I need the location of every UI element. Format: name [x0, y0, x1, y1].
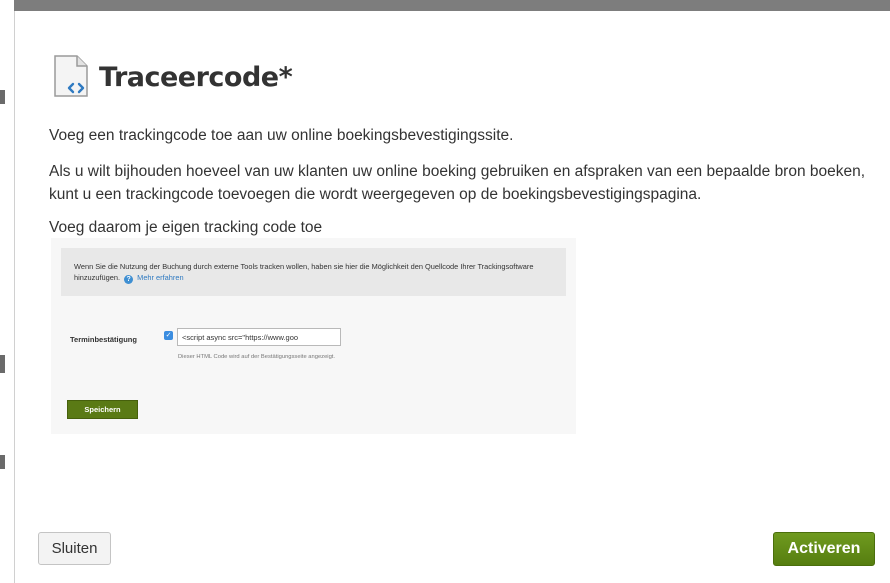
intro-text: Voeg een trackingcode toe aan uw online … [49, 127, 514, 144]
backdrop-fragment [0, 355, 5, 373]
more-info-link: Mehr erfahren [137, 273, 184, 282]
dialog-title: Traceercode* [99, 61, 293, 93]
activate-button[interactable]: Activeren [773, 532, 875, 566]
example-hint: Dieser HTML Code wird auf der Bestätigun… [178, 354, 336, 360]
example-code-input: <script async src="https://www.goo [177, 328, 341, 346]
backdrop-left [0, 0, 14, 583]
backdrop-fragment [0, 455, 5, 469]
example-checkbox-icon: ✓ [164, 331, 173, 340]
instruction-text: Voeg daarom je eigen tracking code toe [49, 219, 323, 236]
example-save-button: Speichern [67, 400, 138, 419]
help-icon: ? [124, 275, 134, 284]
description-text: Als u wilt bijhouden hoeveel van uw klan… [49, 163, 866, 203]
example-field-label: Terminbestätigung [70, 335, 137, 344]
document-code-icon [54, 55, 88, 97]
close-button[interactable]: Sluiten [38, 532, 111, 565]
example-notice: Wenn Sie die Nutzung der Buchung durch e… [61, 248, 566, 296]
example-screenshot: Wenn Sie die Nutzung der Buchung durch e… [51, 238, 576, 434]
dialog-header: Traceercode* [51, 54, 293, 100]
tracking-code-dialog: Traceercode* Voeg een trackingcode toe a… [14, 11, 890, 583]
backdrop-fragment [0, 90, 5, 104]
